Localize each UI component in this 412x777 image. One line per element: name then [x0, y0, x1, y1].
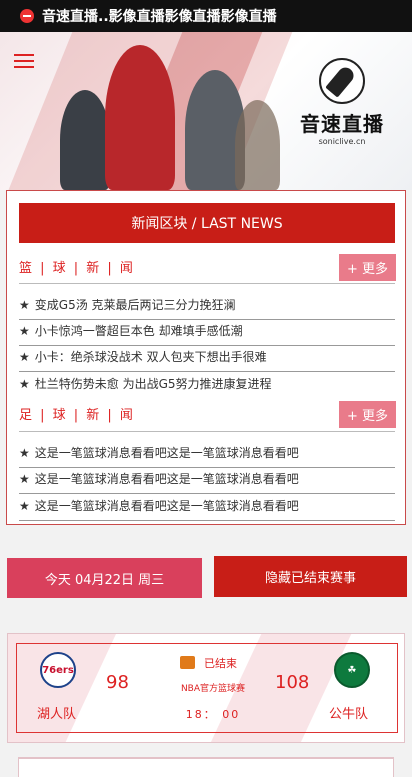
away-team-logo: ☘	[334, 652, 370, 688]
news-item[interactable]: ★ 杜兰特伤势未愈 为出战G5努力推进康复进程	[19, 375, 395, 395]
site-logo[interactable]: 音速直播 soniclive.cn	[292, 58, 392, 153]
player-image	[235, 100, 280, 190]
match-status: 已结束	[204, 657, 237, 670]
news-item[interactable]: ★ 这是一笔篮球消息看看吧这是一笔篮球消息看看吧	[19, 497, 395, 521]
hamburger-menu-icon[interactable]	[14, 54, 34, 68]
player-image	[105, 45, 175, 190]
match-card-partial	[18, 757, 394, 777]
home-team-name: 湖人队	[37, 707, 77, 722]
news-item[interactable]: ★ 小卡：绝杀球没战术 双人包夹下想出手很难	[19, 348, 395, 372]
news-item[interactable]: ★ 变成G5汤 克莱最后两记三分力挽狂澜	[19, 296, 395, 320]
logo-text: 音速直播	[300, 112, 384, 136]
news-block: 新闻区块 / LAST NEWS 篮 | 球 | 新 | 闻 + 更多 ★ 变成G…	[6, 190, 406, 525]
match-time: 18： 00	[185, 708, 241, 721]
basketball-more-button[interactable]: + 更多	[339, 254, 396, 281]
news-item[interactable]: ★ 这是一笔篮球消息看看吧这是一笔篮球消息看看吧	[19, 470, 395, 494]
away-team-name: 公牛队	[329, 707, 369, 722]
home-team-logo: 76ers	[40, 652, 76, 688]
status-icon	[180, 656, 195, 669]
top-title-bar: 音速直播..影像直播影像直播影像直播	[0, 0, 412, 32]
away-team-score: 108	[275, 672, 310, 693]
player-image	[60, 90, 110, 190]
league-name: NBA官方篮球赛	[180, 684, 246, 694]
football-news-label: 足 | 球 | 新 | 闻	[19, 408, 135, 423]
news-item[interactable]: ★ 这是一笔篮球消息看看吧这是一笔篮球消息看看吧	[19, 444, 395, 468]
home-team-score: 98	[106, 672, 129, 693]
news-block-title: 新闻区块 / LAST NEWS	[19, 203, 395, 243]
news-item[interactable]: ★ 小卡惊鸿一瞥超巨本色 却难填手感低潮	[19, 322, 395, 346]
logo-subtext: soniclive.cn	[318, 137, 366, 146]
page-title: 音速直播..影像直播影像直播影像直播	[42, 9, 277, 25]
divider	[19, 431, 395, 432]
divider	[19, 283, 395, 284]
rocket-icon	[319, 58, 365, 104]
date-selector-button[interactable]: 今天 04月22日 周三	[7, 558, 202, 598]
football-more-button[interactable]: + 更多	[339, 401, 396, 428]
hide-finished-button[interactable]: 隐藏已结束赛事	[214, 556, 407, 597]
match-card[interactable]: 76ers 湖人队 98 已结束 NBA官方篮球赛 18： 00 108 ☘ 公…	[7, 633, 405, 743]
arrow-right-icon	[20, 9, 34, 23]
basketball-news-label: 篮 | 球 | 新 | 闻	[19, 261, 135, 276]
